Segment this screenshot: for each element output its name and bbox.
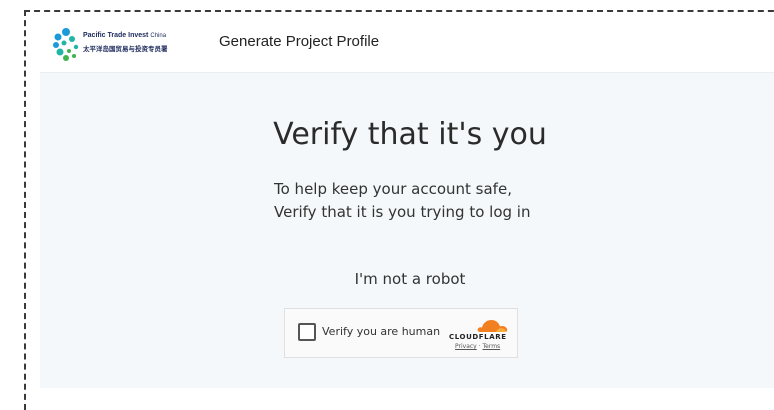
verify-checkbox-label[interactable]: Verify you are human [322,325,440,338]
cloudflare-links: Privacy · Terms [455,343,500,350]
brand-logo[interactable]: Pacific Trade Invest China 太平洋岛国贸易与投资专员署 [52,27,202,63]
page-card: Pacific Trade Invest China 太平洋岛国贸易与投资专员署 … [40,18,774,388]
header-title: Generate Project Profile [219,33,380,50]
subtitle-line-1: To help keep your account safe, [274,180,512,198]
cloudflare-wordmark: CLOUDFLARE [449,333,507,341]
robot-label: I'm not a robot [354,270,466,288]
verify-checkbox[interactable] [298,323,316,341]
logo-text-en: Pacific Trade Invest China [83,32,167,39]
captcha-widget: Verify you are human CLOUDFLARE Privacy … [284,308,518,358]
top-header: Pacific Trade Invest China 太平洋岛国贸易与投资专员署 … [40,18,774,73]
terms-link[interactable]: Terms [483,343,501,350]
subtitle-line-2: Verify that it is you trying to log in [274,203,531,221]
logo-dots-icon [53,28,79,61]
privacy-link[interactable]: Privacy [455,343,477,350]
link-separator: · [478,343,481,350]
logo-text-cn: 太平洋岛国贸易与投资专员署 [83,46,168,53]
cloudflare-cloud-icon [477,320,508,332]
page-title: Verify that it's you [273,117,547,152]
